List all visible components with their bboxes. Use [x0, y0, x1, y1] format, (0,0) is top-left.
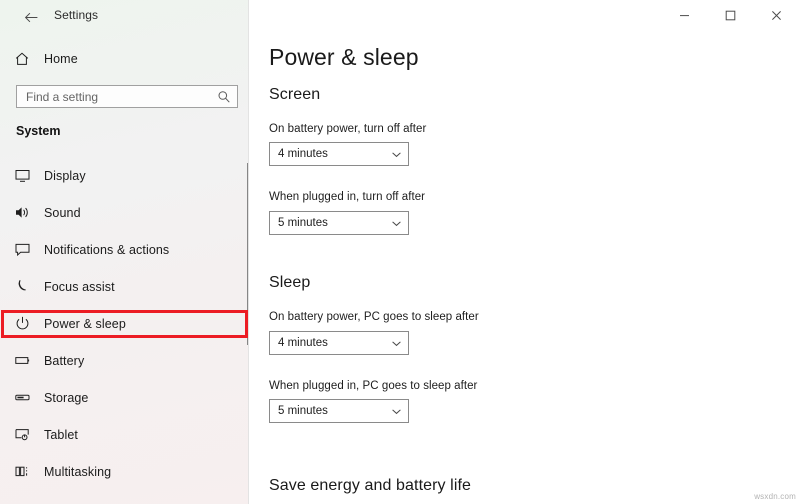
maximize-button[interactable] — [707, 0, 753, 31]
close-icon — [771, 10, 782, 21]
watermark: wsxdn.com — [754, 492, 796, 501]
chevron-down-icon — [391, 149, 402, 160]
dropdown-sleep-battery[interactable]: 4 minutes — [269, 331, 409, 355]
section-heading-screen: Screen — [269, 86, 321, 103]
battery-icon — [0, 352, 44, 369]
settings-window: Home System Display — [0, 0, 800, 504]
minimize-icon — [679, 10, 690, 21]
sidebar-nav-list: Display Sound Notifications & actions Fo… — [0, 157, 248, 490]
search-input[interactable] — [26, 89, 217, 104]
title-bar: Settings — [0, 0, 800, 33]
sidebar-item-notifications-label: Notifications & actions — [44, 242, 170, 257]
window-title: Settings — [54, 8, 99, 22]
field-label-screen-battery: On battery power, turn off after — [269, 123, 427, 135]
sidebar-item-multitasking[interactable]: Multitasking — [0, 453, 248, 490]
sidebar-item-focus-assist-label: Focus assist — [44, 279, 115, 294]
dropdown-sleep-plugged-value: 5 minutes — [278, 405, 328, 417]
storage-icon — [0, 389, 44, 406]
section-heading-save-energy: Save energy and battery life — [269, 477, 472, 494]
speaker-icon — [0, 204, 44, 221]
sidebar-item-focus-assist[interactable]: Focus assist — [0, 268, 248, 305]
dropdown-sleep-plugged[interactable]: 5 minutes — [269, 399, 409, 423]
sidebar-item-notifications[interactable]: Notifications & actions — [0, 231, 248, 268]
sidebar-item-multitasking-label: Multitasking — [44, 464, 112, 479]
sidebar-item-display-label: Display — [44, 168, 86, 183]
sidebar-item-tablet-label: Tablet — [44, 427, 78, 442]
field-label-sleep-plugged: When plugged in, PC goes to sleep after — [269, 380, 478, 392]
minimize-button[interactable] — [661, 0, 707, 31]
maximize-icon — [725, 10, 736, 21]
page-title: Power & sleep — [269, 44, 419, 70]
multitasking-icon — [0, 463, 44, 480]
sidebar: Home System Display — [0, 0, 249, 504]
dropdown-screen-battery[interactable]: 4 minutes — [269, 142, 409, 166]
back-arrow-icon — [23, 9, 40, 26]
sidebar-item-storage-label: Storage — [44, 390, 89, 405]
chevron-down-icon — [391, 218, 402, 229]
moon-icon — [0, 278, 44, 295]
search-icon — [217, 90, 231, 104]
monitor-icon — [0, 167, 44, 184]
sidebar-item-home[interactable]: Home — [0, 44, 248, 74]
sidebar-item-sound-label: Sound — [44, 205, 81, 220]
sidebar-item-storage[interactable]: Storage — [0, 379, 248, 416]
sidebar-item-tablet[interactable]: Tablet — [0, 416, 248, 453]
sidebar-item-battery-label: Battery — [44, 353, 85, 368]
chevron-down-icon — [391, 338, 402, 349]
home-icon — [0, 51, 44, 67]
tablet-icon — [0, 426, 44, 443]
main-content: Power & sleep Screen On battery power, t… — [250, 0, 800, 504]
sidebar-scrollbar[interactable] — [247, 163, 248, 345]
field-label-screen-plugged: When plugged in, turn off after — [269, 191, 426, 203]
chat-bubble-icon — [0, 241, 44, 258]
dropdown-screen-battery-value: 4 minutes — [278, 148, 328, 160]
search-box[interactable] — [16, 85, 238, 108]
chevron-down-icon — [391, 406, 402, 417]
sidebar-item-home-label: Home — [44, 52, 78, 66]
sidebar-item-display[interactable]: Display — [0, 157, 248, 194]
field-label-sleep-battery: On battery power, PC goes to sleep after — [269, 311, 479, 323]
sidebar-item-battery[interactable]: Battery — [0, 342, 248, 379]
close-button[interactable] — [753, 0, 799, 31]
dropdown-screen-plugged[interactable]: 5 minutes — [269, 211, 409, 235]
dropdown-sleep-battery-value: 4 minutes — [278, 337, 328, 349]
power-icon — [0, 315, 44, 332]
sidebar-item-sound[interactable]: Sound — [0, 194, 248, 231]
back-button[interactable] — [18, 4, 44, 30]
sidebar-item-power-and-sleep-label: Power & sleep — [44, 316, 126, 331]
section-heading-sleep: Sleep — [269, 274, 311, 291]
sidebar-group-label: System — [16, 124, 61, 138]
dropdown-screen-plugged-value: 5 minutes — [278, 217, 328, 229]
sidebar-item-power-and-sleep[interactable]: Power & sleep — [0, 305, 248, 342]
